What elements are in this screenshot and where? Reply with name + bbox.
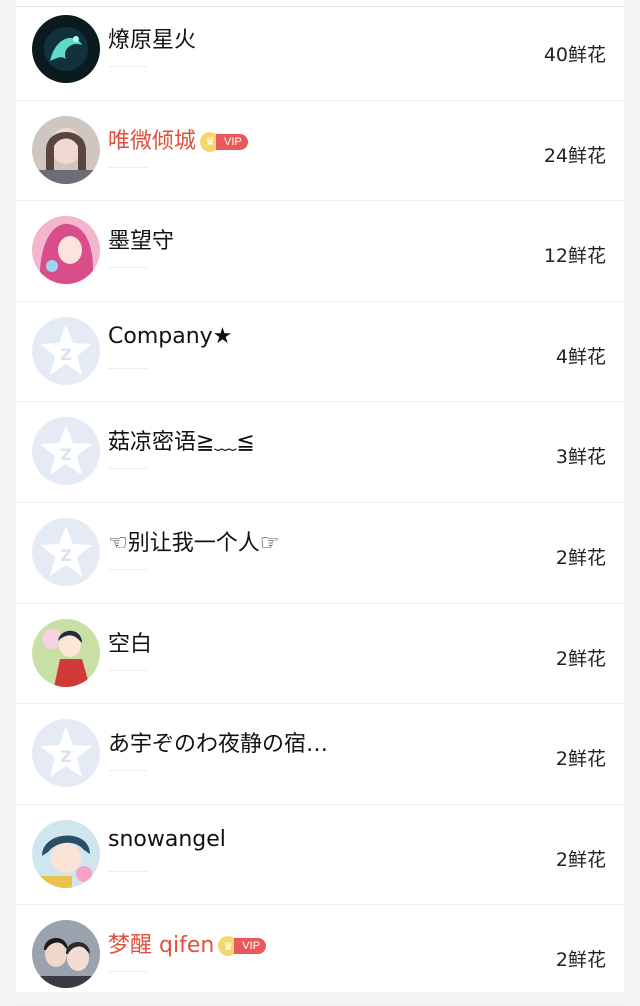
dragon-avatar-icon[interactable]	[32, 15, 100, 83]
user-name[interactable]: 唯微倾城 ♛ VIP	[108, 123, 248, 155]
list-item[interactable]: 梦醒 qifen ♛ VIP 2鲜花	[16, 905, 624, 1006]
flower-count: 4鲜花	[555, 345, 606, 368]
user-name[interactable]: あ宇ぞのわ夜静の宿…	[108, 726, 328, 758]
user-name[interactable]: 菇凉密语≧﹏≦	[108, 424, 255, 456]
flower-count: 2鲜花	[555, 848, 606, 871]
list-item[interactable]: snowangel 2鲜花	[16, 805, 624, 906]
list-item[interactable]: 唯微倾城 ♛ VIP 24鲜花	[16, 101, 624, 202]
flower-count: 2鲜花	[555, 546, 606, 569]
divider	[108, 267, 148, 269]
user-name[interactable]: 燎原星火	[108, 22, 196, 54]
divider	[108, 166, 148, 168]
anime-boy-avatar-icon[interactable]	[32, 819, 100, 888]
vip-label: VIP	[234, 938, 267, 955]
divider	[108, 367, 148, 369]
girl-photo-avatar-icon[interactable]	[32, 115, 100, 184]
vip-badge: ♛ VIP	[200, 131, 248, 152]
svg-text:Z: Z	[60, 445, 72, 464]
divider	[108, 468, 148, 470]
flower-count: 3鲜花	[555, 446, 606, 469]
couple-photo-avatar-icon[interactable]	[32, 920, 100, 989]
divider	[108, 66, 148, 67]
anime-red-avatar-icon[interactable]	[32, 618, 100, 687]
user-name[interactable]: Company★	[108, 324, 232, 349]
divider	[108, 870, 148, 872]
list-item[interactable]: Z 菇凉密语≧﹏≦ 3鲜花	[16, 402, 624, 503]
default-star-avatar-icon[interactable]: Z	[32, 316, 100, 385]
user-name[interactable]: ☜别让我一个人☞	[108, 525, 279, 557]
default-star-avatar-icon[interactable]: Z	[32, 517, 100, 586]
list-item[interactable]: 燎原星火 40鲜花	[16, 0, 624, 101]
svg-text:Z: Z	[60, 747, 72, 766]
flower-count: 2鲜花	[555, 949, 606, 972]
user-name[interactable]: 墨望守	[108, 223, 174, 255]
divider	[108, 669, 148, 671]
vip-label: VIP	[216, 133, 248, 150]
user-name[interactable]: 空白	[108, 626, 152, 658]
anime-girl-avatar-icon[interactable]	[32, 216, 100, 285]
list-item[interactable]: Z ☜别让我一个人☞ 2鲜花	[16, 503, 624, 604]
list-item[interactable]: Z あ宇ぞのわ夜静の宿… 2鲜花	[16, 704, 624, 805]
user-name[interactable]: 梦醒 qifen ♛ VIP	[108, 927, 267, 959]
default-star-avatar-icon[interactable]: Z	[32, 719, 100, 788]
flower-ranking-list: 燎原星火 40鲜花 唯微倾城 ♛ VIP 24鲜花 墨望守 12鲜花 Z Compa…	[16, 0, 624, 1006]
user-name[interactable]: snowangel	[108, 827, 226, 852]
user-name-text[interactable]: 梦醒 qifen	[108, 933, 214, 958]
user-name-text[interactable]: 唯微倾城	[108, 129, 196, 154]
flower-count: 24鲜花	[543, 144, 606, 167]
flower-count: 40鲜花	[543, 44, 606, 66]
list-item[interactable]: Z Company★ 4鲜花	[16, 302, 624, 403]
divider	[108, 971, 148, 973]
divider	[108, 568, 148, 570]
vip-badge: ♛ VIP	[218, 936, 267, 957]
svg-text:Z: Z	[60, 546, 72, 565]
list-item[interactable]: 空白 2鲜花	[16, 604, 624, 705]
divider	[108, 770, 148, 772]
default-star-avatar-icon[interactable]: Z	[32, 417, 100, 486]
flower-count: 2鲜花	[555, 647, 606, 670]
flower-count: 2鲜花	[555, 748, 606, 771]
svg-text:Z: Z	[60, 345, 72, 364]
list-item[interactable]: 墨望守 12鲜花	[16, 201, 624, 302]
flower-count: 12鲜花	[543, 245, 606, 268]
